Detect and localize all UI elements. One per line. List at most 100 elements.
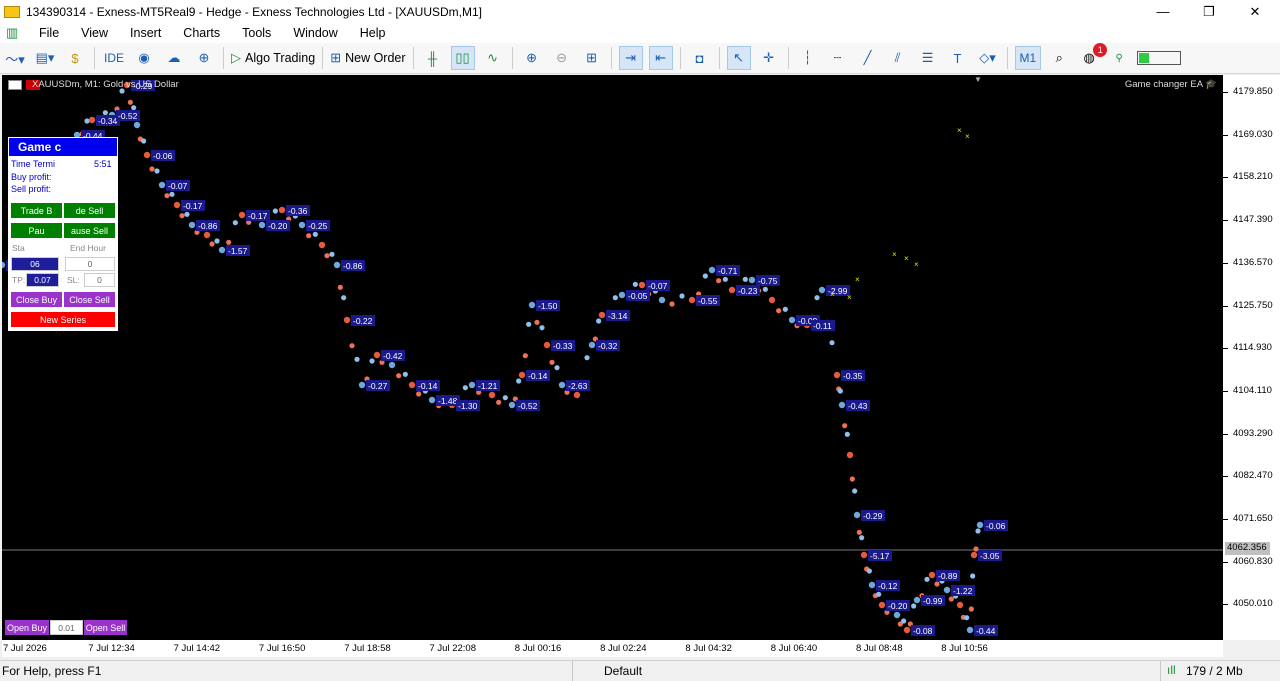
- notifications-icon[interactable]: ◍ 1: [1077, 43, 1108, 70]
- new-series-button[interactable]: New Series: [11, 312, 115, 327]
- menu-charts[interactable]: Charts: [172, 26, 231, 40]
- menu-tools[interactable]: Tools: [231, 26, 282, 40]
- trade-marker: [928, 571, 936, 579]
- crosshair-icon[interactable]: ✛: [757, 46, 781, 70]
- bar-chart-icon[interactable]: ╫: [421, 46, 445, 70]
- sl-label: SL:: [67, 275, 80, 285]
- trade-label: -0.06: [984, 520, 1008, 531]
- svg-text:-0.27: -0.27: [368, 381, 388, 391]
- zoom-out-icon[interactable]: ⊖: [550, 46, 574, 70]
- text-icon[interactable]: T: [946, 46, 970, 70]
- trade-marker: [716, 278, 722, 284]
- signals-icon[interactable]: ◉: [132, 46, 156, 70]
- cursor-icon[interactable]: ↖: [726, 46, 751, 70]
- tile-windows-icon[interactable]: ⊞: [580, 46, 604, 70]
- trade-label: -0.86: [341, 260, 365, 271]
- trade-marker: [964, 615, 970, 621]
- price-tick: [1223, 220, 1228, 222]
- close-button[interactable]: ✕: [1232, 0, 1278, 23]
- svg-text:-0.25: -0.25: [308, 221, 328, 231]
- trade-label: -3.14: [606, 310, 630, 321]
- open-buy-button[interactable]: Open Buy: [5, 620, 49, 635]
- sl-field[interactable]: 0: [84, 273, 115, 287]
- battery-fill: [1139, 53, 1150, 63]
- ea-hat-icon: 🎓: [1205, 79, 1217, 90]
- svg-text:-0.14: -0.14: [528, 371, 548, 381]
- zoom-in-icon[interactable]: ⊕: [520, 46, 544, 70]
- lvl-icon[interactable]: ⚲: [1107, 46, 1131, 70]
- line-chart-icon[interactable]: ∿: [481, 46, 505, 70]
- minimize-button[interactable]: —: [1140, 0, 1186, 23]
- chart-shift-marker-icon[interactable]: ▼: [974, 75, 982, 84]
- trade-marker: [502, 395, 508, 401]
- menu-view[interactable]: View: [70, 26, 119, 40]
- trade-marker: [508, 401, 516, 409]
- tp-field[interactable]: 0.07: [26, 273, 59, 287]
- new-chart-icon[interactable]: 〜▾: [3, 46, 27, 70]
- vps-icon[interactable]: ☁: [162, 46, 186, 70]
- lot-size-field[interactable]: 0.01: [50, 620, 83, 635]
- trade-label: -0.99: [921, 595, 945, 606]
- trade-marker: [638, 281, 646, 289]
- trade-marker: [218, 246, 226, 254]
- trade-marker: [788, 316, 796, 324]
- menu-file[interactable]: File: [28, 26, 70, 40]
- algo-trading-button[interactable]: ▷ Algo Trading: [231, 46, 315, 70]
- trade-marker: [306, 233, 312, 239]
- trade-marker: [164, 193, 170, 199]
- menu-help[interactable]: Help: [349, 26, 397, 40]
- trade-label: -0.25: [306, 220, 330, 231]
- trade-marker: [837, 388, 843, 394]
- trade-marker: [612, 295, 618, 301]
- chart-shift-icon[interactable]: ⇤: [648, 46, 673, 70]
- trade-buy-button[interactable]: Trade B: [11, 203, 62, 218]
- channel-icon[interactable]: ⫽: [886, 46, 910, 70]
- separator: [94, 47, 95, 69]
- chart-area[interactable]: -0.61-0.52-0.02-0.44-0.34-0.52-0.29-0.06…: [2, 75, 1223, 640]
- trade-marker: [149, 166, 155, 172]
- market-icon[interactable]: ⊕: [192, 46, 216, 70]
- trade-marker: [369, 358, 375, 364]
- end-hour-field[interactable]: 0: [65, 257, 115, 271]
- deposit-icon[interactable]: $: [63, 46, 87, 70]
- close-buy-button[interactable]: Close Buy: [11, 292, 62, 307]
- horizontal-line-icon[interactable]: ┄: [826, 46, 850, 70]
- help-text: For Help, press F1: [2, 664, 102, 678]
- shapes-icon[interactable]: ◇▾: [976, 46, 1000, 70]
- search-icon[interactable]: ⌕: [1047, 46, 1071, 70]
- menu-window[interactable]: Window: [282, 26, 348, 40]
- timeframe-button[interactable]: M1: [1014, 46, 1042, 70]
- pause-sell-button[interactable]: ause Sell: [64, 223, 115, 238]
- svg-text:-5.17: -5.17: [870, 551, 890, 561]
- chart-template-icon[interactable]: ▤▾: [33, 46, 57, 70]
- time-label: 7 Jul 14:42: [173, 643, 221, 654]
- menu-insert[interactable]: Insert: [119, 26, 172, 40]
- price-tick: [1223, 390, 1228, 392]
- open-sell-button[interactable]: Open Sell: [84, 620, 127, 635]
- trade-marker: [688, 296, 696, 304]
- price-label: 4169.030: [1233, 128, 1273, 140]
- trade-marker: [669, 301, 675, 307]
- trade-label: -0.05: [626, 290, 650, 301]
- trade-marker: [554, 365, 560, 371]
- svg-text:-0.06: -0.06: [986, 521, 1006, 531]
- ide-button[interactable]: IDE: [102, 46, 126, 70]
- screenshot-icon[interactable]: ◘: [688, 46, 712, 70]
- trade-label: -0.17: [181, 200, 205, 211]
- trade-sell-button[interactable]: de Sell: [64, 203, 115, 218]
- new-order-button[interactable]: ⊞ New Order: [330, 46, 405, 70]
- trade-marker: [396, 373, 402, 379]
- vertical-line-icon[interactable]: ┆: [796, 46, 820, 70]
- trade-marker: [679, 293, 685, 299]
- fibonacci-icon[interactable]: ☰: [916, 46, 940, 70]
- close-sell-button[interactable]: Close Sell: [64, 292, 115, 307]
- candlestick-icon[interactable]: ▯▯: [450, 46, 475, 70]
- restore-button[interactable]: ❐: [1186, 0, 1232, 23]
- start-hour-field[interactable]: 06: [11, 257, 59, 271]
- svg-text:-1.21: -1.21: [478, 381, 498, 391]
- auto-scroll-icon[interactable]: ⇥: [618, 46, 643, 70]
- pause-buy-button[interactable]: Pau: [11, 223, 62, 238]
- trendline-icon[interactable]: ╱: [856, 46, 880, 70]
- buy-profit-label: Buy profit:: [11, 172, 52, 182]
- terminal-icon[interactable]: ▥: [6, 26, 28, 40]
